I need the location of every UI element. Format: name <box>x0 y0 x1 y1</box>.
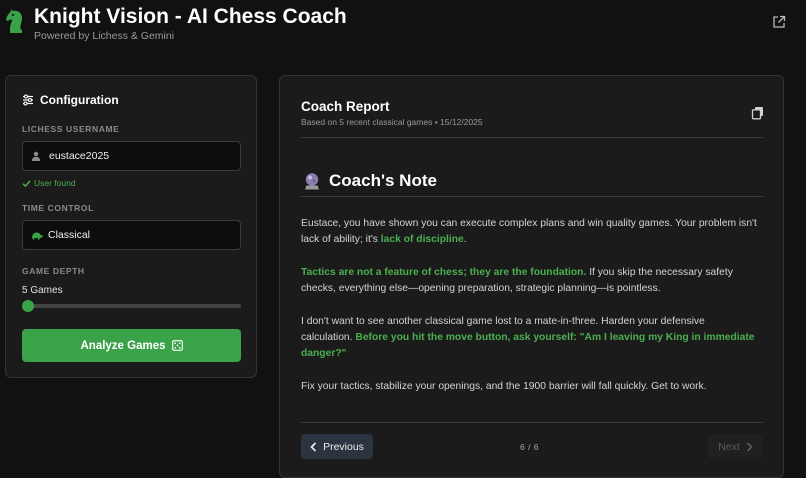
time-control-label: TIME CONTROL <box>22 203 94 213</box>
note-paragraph: I don't want to see another classical ga… <box>301 316 755 359</box>
check-icon <box>22 179 31 187</box>
next-button[interactable]: Next <box>708 434 763 459</box>
game-depth-value: 5 Games <box>22 285 63 296</box>
username-value: eustace2025 <box>49 150 110 162</box>
next-label: Next <box>718 440 740 453</box>
note-paragraph: Tactics are not a feature of chess; they… <box>301 267 733 294</box>
page-indicator: 6 / 6 <box>520 442 540 452</box>
note-highlight: Before you hit the move button, ask your… <box>301 332 755 359</box>
sliders-icon <box>23 94 33 106</box>
game-depth-slider-thumb[interactable] <box>22 300 34 312</box>
coach-note-heading-label: Coach's Note <box>329 171 437 190</box>
time-control-select[interactable]: Classical <box>22 220 241 250</box>
dice-icon <box>171 340 183 351</box>
game-depth-slider[interactable] <box>22 304 241 308</box>
footer-divider <box>301 422 763 423</box>
external-link-icon[interactable] <box>772 15 786 29</box>
app-title: Knight Vision - AI Chess Coach <box>34 5 347 28</box>
copy-icon[interactable] <box>751 106 765 120</box>
coach-note-heading: Coach's Note <box>303 171 437 191</box>
report-title: Coach Report <box>301 99 390 114</box>
game-depth-label: GAME DEPTH <box>22 266 85 276</box>
note-highlight: Tactics are not a feature of chess; they… <box>301 267 587 278</box>
report-meta: Based on 5 recent classical games • 15/1… <box>301 117 483 127</box>
note-paragraph: Fix your tactics, stabilize your opening… <box>301 381 707 392</box>
knight-icon <box>6 9 22 33</box>
configuration-title: Configuration <box>22 93 119 107</box>
turtle-icon <box>32 232 43 240</box>
analyze-games-button[interactable]: Analyze Games <box>22 329 241 362</box>
user-icon <box>31 151 41 161</box>
time-control-value: Classical <box>48 229 91 241</box>
note-divider <box>301 196 763 197</box>
configuration-panel: Configuration LICHESS USERNAME eustace20… <box>5 75 257 378</box>
note-paragraph: Eustace, you have shown you can execute … <box>301 218 757 245</box>
username-input[interactable]: eustace2025 <box>22 141 241 171</box>
coach-report-panel: Coach Report Based on 5 recent classical… <box>279 75 784 478</box>
chevron-right-icon <box>746 441 753 452</box>
coach-note-body: Eustace, you have shown you can execute … <box>301 216 759 412</box>
user-found-text: User found <box>34 178 76 188</box>
header-divider <box>301 137 763 138</box>
user-found-status: User found <box>22 178 76 188</box>
chevron-left-icon <box>310 441 317 452</box>
previous-label: Previous <box>323 440 364 453</box>
username-label: LICHESS USERNAME <box>22 124 120 134</box>
configuration-title-label: Configuration <box>40 93 119 107</box>
previous-button[interactable]: Previous <box>301 434 373 459</box>
crystal-ball-icon <box>305 173 319 190</box>
note-highlight: lack of discipline <box>380 234 464 245</box>
analyze-games-label: Analyze Games <box>80 339 166 352</box>
app-subtitle: Powered by Lichess & Gemini <box>34 30 175 42</box>
